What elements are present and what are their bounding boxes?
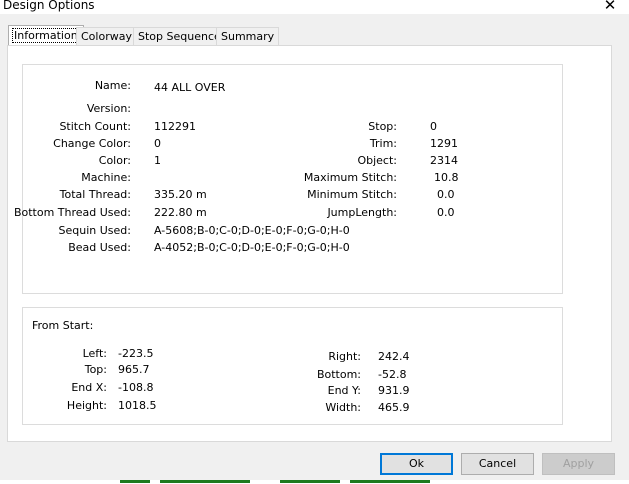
ok-button[interactable]: Ok: [380, 453, 453, 475]
end-x-value: -108.8: [118, 381, 154, 394]
left-value: -223.5: [118, 347, 154, 360]
jump-length-value: 0.0: [437, 206, 455, 219]
change-color-label: Change Color:: [53, 137, 131, 150]
total-thread-value: 335.20 m: [154, 188, 207, 201]
tab-information[interactable]: Information: [8, 25, 84, 46]
name-label: Name:: [94, 79, 131, 92]
background-window-strip: [0, 480, 629, 484]
tab-information-label: Information: [12, 28, 80, 43]
bead-used-value: A-4052;B-0;C-0;D-0;E-0;F-0;G-0;H-0: [154, 241, 350, 254]
bottom-value: -52.8: [378, 368, 407, 381]
bottom-thread-label: Bottom Thread Used:: [13, 206, 131, 219]
width-value: 465.9: [378, 401, 410, 414]
color-label: Color:: [98, 154, 131, 167]
tab-colorway[interactable]: Colorway: [76, 27, 137, 45]
jump-length-label: JumpLength:: [327, 206, 397, 219]
maximum-stitch-value: 10.8: [434, 171, 459, 184]
name-value: 44 ALL OVER: [154, 81, 226, 94]
stitch-count-label: Stitch Count:: [59, 120, 131, 133]
sequin-used-value: A-5608;B-0;C-0;D-0;E-0;F-0;G-0;H-0: [154, 224, 350, 237]
trim-label: Trim:: [369, 137, 397, 150]
top-label: Top:: [84, 363, 107, 376]
end-y-label: End Y:: [327, 384, 361, 397]
minimum-stitch-label: Minimum Stitch:: [307, 188, 397, 201]
top-value: 965.7: [118, 363, 150, 376]
end-y-value: 931.9: [378, 384, 410, 397]
title-bar: Design Options ✕: [0, 0, 629, 14]
bead-used-label: Bead Used:: [68, 241, 131, 254]
window-title: Design Options: [3, 0, 95, 12]
tab-colorway-label: Colorway: [81, 30, 132, 43]
height-label: Height:: [66, 399, 107, 412]
object-label: Object:: [357, 154, 397, 167]
maximum-stitch-label: Maximum Stitch:: [303, 171, 397, 184]
object-value: 2314: [430, 154, 458, 167]
color-value: 1: [154, 154, 161, 167]
minimum-stitch-value: 0.0: [437, 188, 455, 201]
total-thread-label: Total Thread:: [59, 188, 131, 201]
bottom-thread-value: 222.80 m: [154, 206, 207, 219]
right-value: 242.4: [378, 350, 410, 363]
left-label: Left:: [82, 347, 107, 360]
change-color-value: 0: [154, 137, 161, 150]
right-label: Right:: [328, 350, 361, 363]
close-icon[interactable]: ✕: [601, 0, 619, 14]
stitch-count-value: 112291: [154, 120, 196, 133]
version-label: Version:: [86, 102, 131, 115]
apply-button: Apply: [542, 453, 615, 475]
height-value: 1018.5: [118, 399, 157, 412]
tab-stop-sequence[interactable]: Stop Sequence: [133, 27, 226, 45]
width-label: Width:: [325, 401, 361, 414]
machine-label: Machine:: [81, 171, 131, 184]
end-x-label: End X:: [71, 381, 107, 394]
stop-value: 0: [430, 120, 437, 133]
trim-value: 1291: [430, 137, 458, 150]
bottom-label: Bottom:: [316, 368, 361, 381]
stop-label: Stop:: [368, 120, 397, 133]
tab-summary-label: Summary: [221, 30, 275, 43]
sequin-used-label: Sequin Used:: [58, 224, 131, 237]
tab-stop-sequence-label: Stop Sequence: [138, 30, 221, 43]
cancel-button[interactable]: Cancel: [461, 453, 534, 475]
from-start-heading: From Start:: [32, 319, 94, 332]
tab-summary[interactable]: Summary: [216, 27, 280, 45]
